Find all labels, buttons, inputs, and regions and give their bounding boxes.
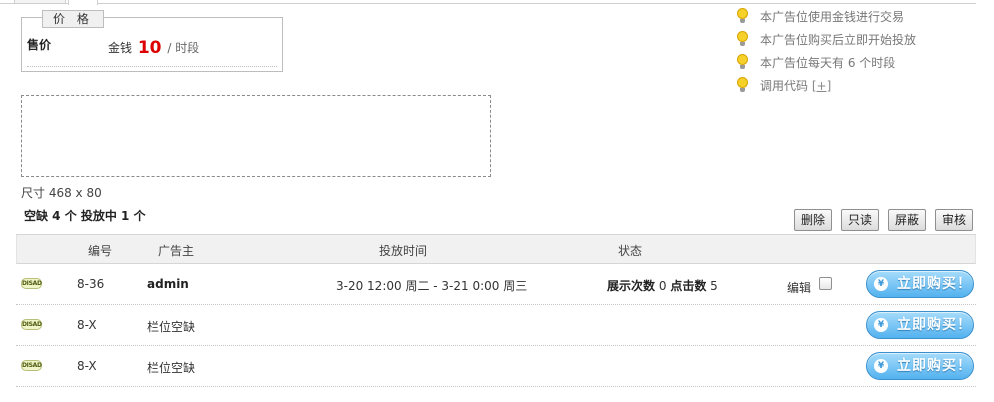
tip-text: 本广告位使用金钱进行交易	[760, 10, 905, 24]
table-header: 编号 广告主 投放时间 状态	[16, 235, 976, 264]
price-value: 金钱 10 / 时段	[108, 38, 199, 58]
yen-coin-icon: ¥	[874, 318, 888, 332]
buy-now-button[interactable]: ¥ 立即购买！	[866, 270, 974, 298]
tab-strip	[0, 0, 976, 5]
tip-text: 本广告位每天有 6 个时段	[760, 56, 896, 70]
column-header-advertiser: 广告主	[158, 244, 195, 258]
disad-badge-icon: DISAD	[21, 278, 42, 289]
readonly-button[interactable]: 只读	[840, 209, 879, 231]
tip-item: 本广告位每天有 6 个时段	[736, 53, 916, 76]
clicks-label: 点击数	[670, 279, 707, 293]
slot-id: 8-X	[77, 359, 97, 373]
schedule-time: 3-20 12:00 周二 - 3-21 0:00 周三	[336, 279, 528, 293]
views-label: 展示次数	[607, 279, 656, 293]
slot-id: 8-36	[77, 277, 105, 291]
yen-coin-icon: ¥	[874, 277, 888, 291]
table-row: DISAD 8-X 栏位空缺 ¥ 立即购买！	[16, 346, 976, 387]
tip-item: 本广告位购买后立即开始投放	[736, 30, 916, 53]
price-legend: 价 格	[42, 10, 104, 28]
buy-now-label: 立即购买！	[897, 317, 972, 333]
action-toolbar: 删除 只读 屏蔽 审核	[793, 209, 973, 231]
lightbulb-icon	[736, 31, 749, 48]
ad-size-text: 尺寸 468 x 80	[21, 186, 102, 200]
disad-badge-icon: DISAD	[21, 360, 42, 371]
delete-button[interactable]: 删除	[793, 209, 832, 231]
ad-slot-table: 编号 广告主 投放时间 状态 DISAD 8-36 admin 3-20 12:…	[16, 234, 976, 387]
divider	[27, 66, 277, 67]
slot-summary: 空缺 4 个 投放中 1 个	[24, 209, 146, 223]
buy-now-button[interactable]: ¥ 立即购买！	[866, 352, 974, 380]
ad-preview-box	[21, 95, 491, 177]
edit-link[interactable]: 编辑	[787, 279, 811, 296]
tips-list: 本广告位使用金钱进行交易 本广告位购买后立即开始投放 本广告位每天有 6 个时段…	[736, 7, 916, 99]
views-count: 0	[658, 279, 667, 293]
yen-coin-icon: ¥	[874, 359, 888, 373]
tab-inactive[interactable]	[14, 0, 66, 4]
hide-button[interactable]: 屏蔽	[887, 209, 926, 231]
table-row: DISAD 8-X 栏位空缺 ¥ 立即购买！	[16, 305, 976, 346]
price-amount: 10	[137, 38, 162, 58]
column-header-time: 投放时间	[379, 244, 428, 258]
tab-active[interactable]	[68, 0, 98, 5]
lightbulb-icon	[736, 77, 749, 94]
clicks-count: 5	[710, 279, 718, 293]
table-row: DISAD 8-36 admin 3-20 12:00 周二 - 3-21 0:…	[16, 264, 976, 305]
price-unit: / 时段	[167, 41, 200, 55]
advertiser-name: admin	[147, 277, 189, 291]
advertiser-name: 栏位空缺	[147, 361, 196, 375]
advertiser-name: 栏位空缺	[147, 320, 196, 334]
row-checkbox[interactable]	[819, 277, 832, 290]
buy-now-label: 立即购买！	[897, 358, 972, 374]
review-button[interactable]: 审核	[934, 209, 973, 231]
column-header-id: 编号	[88, 244, 113, 258]
disad-badge-icon: DISAD	[21, 319, 42, 330]
tip-item: 调用代码 [+]	[736, 76, 916, 99]
price-currency: 金钱	[108, 41, 133, 55]
code-toggle-link[interactable]: [+]	[812, 79, 831, 93]
tip-item: 本广告位使用金钱进行交易	[736, 7, 916, 30]
tip-text: 本广告位购买后立即开始投放	[760, 33, 917, 47]
price-fieldset: 价 格 售价 金钱 10 / 时段	[21, 10, 283, 72]
buy-now-label: 立即购买！	[897, 276, 972, 292]
stats: 展示次数 0 点击数 5	[607, 277, 718, 294]
slot-id: 8-X	[77, 318, 97, 332]
lightbulb-icon	[736, 54, 749, 71]
price-label: 售价	[27, 38, 52, 52]
buy-now-button[interactable]: ¥ 立即购买！	[866, 311, 974, 339]
lightbulb-icon	[736, 8, 749, 25]
tip-text: 调用代码	[760, 79, 809, 93]
column-header-status: 状态	[618, 244, 643, 258]
